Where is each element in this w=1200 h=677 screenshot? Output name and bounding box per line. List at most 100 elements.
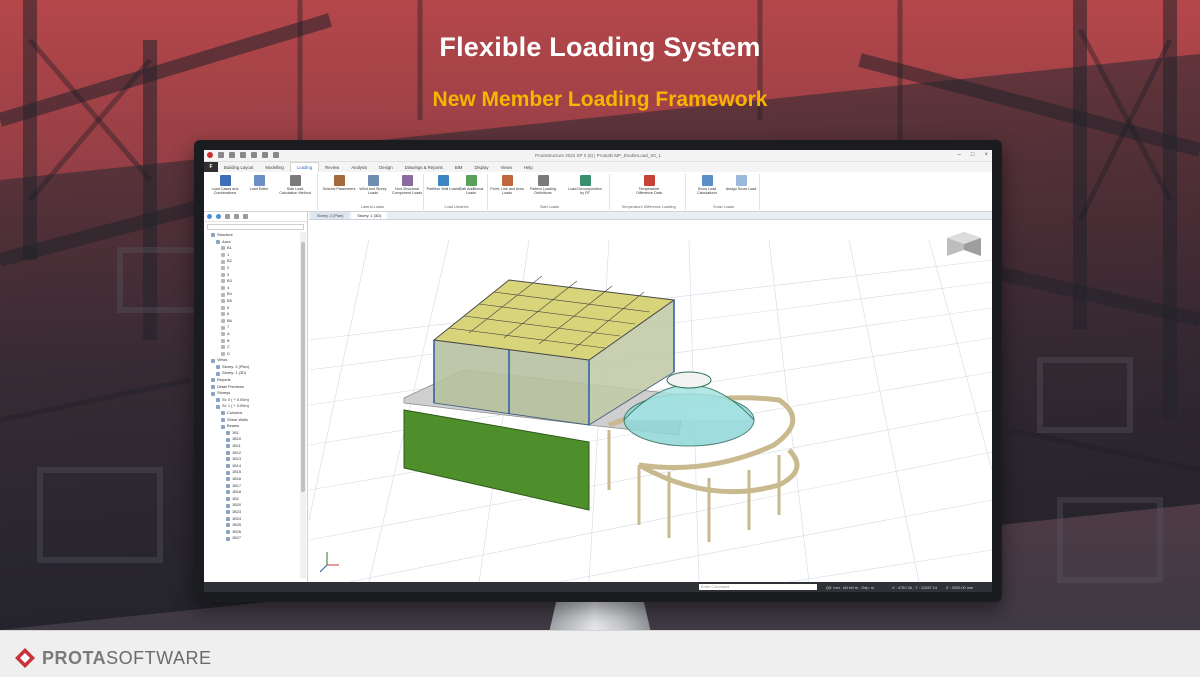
tree-item[interactable]: Storey: 1 (3D) (204, 370, 300, 377)
tree-item[interactable]: B5 (204, 298, 300, 305)
tree-item-label: 1 (227, 251, 230, 257)
tree-item[interactable]: Structure (204, 232, 300, 239)
load-decomposition-button[interactable]: Load Decomposition by FE (568, 175, 602, 196)
command-input[interactable]: Enter Command (699, 584, 817, 590)
pattern-loading-button[interactable]: Pattern Loading Definitions (526, 175, 560, 196)
tree-item[interactable]: 1B24 (204, 516, 300, 523)
tree-item-label: 1B26 (232, 528, 242, 534)
tab-analysis[interactable]: Analysis (345, 162, 373, 172)
tree-item[interactable]: 1B26 (204, 529, 300, 536)
tab-design[interactable]: Design (373, 162, 398, 172)
tree-node-icon (216, 239, 220, 244)
tree-item[interactable]: Detail Previews (204, 384, 300, 391)
assign-snow-load-button[interactable]: Assign Snow Load (724, 175, 758, 191)
tree-item[interactable]: Beams (204, 423, 300, 430)
tree-item[interactable]: St: 0 ( + 0.00m) (204, 397, 300, 404)
3d-model-view[interactable] (309, 220, 992, 582)
tree-item[interactable]: C (204, 344, 300, 351)
snow-load-calculations-button[interactable]: Snow Load Calculations (690, 175, 724, 196)
tree-item[interactable]: B2 (204, 258, 300, 265)
tree-item[interactable]: 1B10 (204, 436, 300, 443)
tree-item[interactable]: 1B20 (204, 502, 300, 509)
view-cube[interactable] (947, 232, 981, 256)
wind-storey-loads-button[interactable]: Wind and Storey Loads (356, 175, 390, 196)
tree-item[interactable]: 1B25 (204, 522, 300, 529)
tree-node-icon (216, 371, 220, 376)
tree-item[interactable]: 1B17 (204, 483, 300, 490)
tab-help[interactable]: Help (518, 162, 539, 172)
tree-item[interactable]: 6 (204, 311, 300, 318)
3d-viewport[interactable] (309, 220, 992, 582)
tree-item[interactable]: 1B14 (204, 463, 300, 470)
tab-views[interactable]: Views (495, 162, 518, 172)
title-bar: ProtaStructure 2022 SP 0 (5) | Prota3D.M… (204, 150, 992, 162)
doc-tab-3d[interactable]: Storey: 1 (3D) (351, 212, 388, 219)
tree-scrollbar-thumb[interactable] (301, 242, 305, 492)
load-editor-button[interactable]: Load Editor (242, 175, 276, 191)
tree-item[interactable]: 1B2 (204, 496, 300, 503)
temperature-data-button[interactable]: Temperature Difference Data (632, 175, 666, 196)
point-line-area-loads-button[interactable]: Point, Line and Area Loads (490, 175, 524, 196)
tree-item[interactable]: 5 (204, 305, 300, 312)
tree-item[interactable]: 3 (204, 272, 300, 279)
tab-bim[interactable]: BIM (449, 162, 469, 172)
tree-item[interactable]: 1B11 (204, 443, 300, 450)
prota-logo: PROTASOFTWARE (14, 647, 212, 669)
slide-subtitle: New Member Loading Framework (432, 88, 768, 111)
maximize-icon[interactable]: □ (971, 152, 975, 159)
tree-item-label: 1B2 (232, 495, 239, 501)
tab-loading[interactable]: Loading (289, 162, 320, 172)
slab-additional-loads-button[interactable]: Slab Additional Loads (454, 175, 488, 196)
tree-item[interactable]: 1B18 (204, 489, 300, 496)
doc-tab-plan[interactable]: Storey: 2 (Plan) (311, 212, 350, 219)
tree-item[interactable]: 1B1 (204, 430, 300, 437)
tree-item[interactable]: B4 (204, 291, 300, 298)
non-structural-loads-button[interactable]: Non-Structural Component Loads (390, 175, 424, 196)
tree-item[interactable]: A (204, 331, 300, 338)
load-cases-button[interactable]: Load Cases and Combinations (208, 175, 242, 196)
tree-item[interactable]: 1 (204, 252, 300, 259)
tree-item[interactable]: Views (204, 357, 300, 364)
tree-item[interactable]: 2 (204, 265, 300, 272)
tree-item[interactable]: 1B27 (204, 535, 300, 542)
minimize-icon[interactable]: – (958, 152, 961, 159)
tab-review[interactable]: Review (319, 162, 345, 172)
tree-item[interactable]: B (204, 338, 300, 345)
tree-item[interactable]: 1B16 (204, 476, 300, 483)
tree-item[interactable]: 1B15 (204, 469, 300, 476)
tree-item[interactable]: 1B12 (204, 450, 300, 457)
tree-search-input[interactable] (207, 224, 304, 230)
zoom-out-icon[interactable] (243, 214, 248, 219)
tree-node-icon (226, 490, 230, 495)
tree-item[interactable]: Storeys (204, 390, 300, 397)
tab-modelling[interactable]: Modelling (259, 162, 289, 172)
tree-item[interactable]: Shear Walls (204, 417, 300, 424)
tree-item[interactable]: Reports (204, 377, 300, 384)
zoom-in-icon[interactable] (234, 214, 239, 219)
seismic-parameters-button[interactable]: Seismic Parameters (322, 175, 356, 191)
tree-item[interactable]: B1 (204, 245, 300, 252)
tree-item[interactable]: 1B13 (204, 456, 300, 463)
tab-building-layout[interactable]: Building Layout (218, 162, 259, 172)
tree-item[interactable]: 1B23 (204, 509, 300, 516)
tree-item[interactable]: Axes (204, 239, 300, 246)
slab-load-method-button[interactable]: Slab Load Calculation Method (278, 175, 312, 196)
tree-node-icon (226, 523, 230, 528)
tree-item[interactable]: B3 (204, 278, 300, 285)
tree-scrollbar[interactable] (300, 232, 306, 578)
tree-item[interactable]: Columns (204, 410, 300, 417)
close-icon[interactable]: × (984, 152, 988, 159)
tree-item[interactable]: 7 (204, 324, 300, 331)
refresh-icon[interactable] (207, 214, 212, 219)
tree-item[interactable]: B6 (204, 318, 300, 325)
slide-title: Flexible Loading System (439, 32, 761, 62)
file-tab[interactable]: F (204, 162, 218, 172)
tree-item[interactable]: St: 1 ( + 3.00m) (204, 403, 300, 410)
tree-item[interactable]: 4 (204, 285, 300, 292)
tab-drawings-reports[interactable]: Drawings & Reports (399, 162, 449, 172)
tree-item[interactable]: D (204, 351, 300, 358)
collapse-icon[interactable] (225, 214, 230, 219)
tab-display[interactable]: Display (468, 162, 494, 172)
filter-icon[interactable] (216, 214, 221, 219)
tree-item[interactable]: Storey: 2 (Plan) (204, 364, 300, 371)
